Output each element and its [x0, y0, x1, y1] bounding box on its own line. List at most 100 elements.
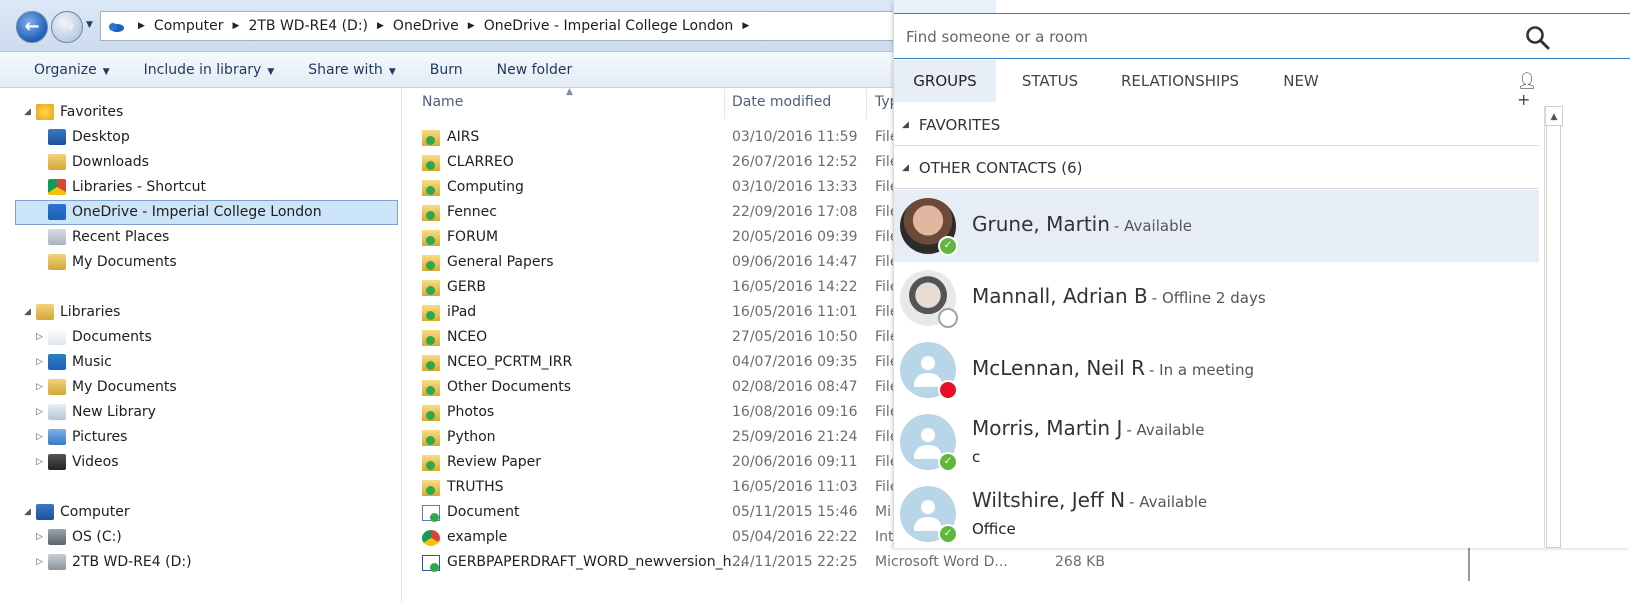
nav-item-2tb-wd-re4-d[interactable]: ▷ 2TB WD-RE4 (D:): [36, 550, 192, 574]
search-icon[interactable]: [1525, 25, 1551, 51]
breadcrumb-item[interactable]: OneDrive - Imperial College London: [484, 18, 734, 34]
breadcrumb: ▶ Computer ▶ 2TB WD-RE4 (D:) ▶ OneDrive ▶ OneDr…: [129, 12, 758, 40]
file-date-modified: 02/08/2016 08:47: [732, 379, 858, 395]
nav-item-label: OneDrive - Imperial College London: [72, 204, 322, 220]
file-name: Photos: [447, 404, 495, 420]
file-name: Review Paper: [447, 454, 542, 470]
scroll-track[interactable]: [1546, 126, 1561, 548]
nav-item-documents[interactable]: ▷ Documents: [36, 325, 152, 349]
file-date-modified: 27/05/2016 10:50: [732, 329, 858, 345]
avatar-head-shape: [921, 500, 935, 514]
tab-groups[interactable]: GROUPS: [894, 60, 996, 102]
tab-new[interactable]: NEW: [1271, 60, 1331, 102]
scroll-up-arrow-icon[interactable]: ▲: [1545, 106, 1563, 126]
file-date-modified: 03/10/2016 11:59: [732, 129, 858, 145]
collapsed-triangle-icon[interactable]: ▷: [36, 332, 48, 342]
toolbar-button[interactable]: Burn: [413, 52, 480, 88]
column-separator[interactable]: [724, 89, 725, 119]
nav-item-label: Videos: [72, 454, 119, 470]
breadcrumb-item[interactable]: OneDrive: [393, 18, 459, 34]
collapse-triangle-icon: ◢: [902, 163, 909, 173]
nav-item-pictures[interactable]: ▷ Pictures: [36, 425, 127, 449]
back-button[interactable]: ←: [16, 11, 48, 43]
breadcrumb-chevron-icon[interactable]: ▶: [742, 21, 749, 31]
toolbar-button[interactable]: New folder: [480, 52, 590, 88]
nav-item-onedrive-imperial-college-london[interactable]: OneDrive - Imperial College London: [36, 200, 322, 224]
expanded-triangle-icon[interactable]: ◢: [24, 307, 36, 317]
breadcrumb-item[interactable]: Computer: [154, 18, 224, 34]
forward-button[interactable]: →: [51, 11, 83, 43]
file-name: example: [447, 529, 508, 545]
synced-folder-icon: [422, 255, 440, 271]
expanded-triangle-icon[interactable]: ◢: [24, 507, 36, 517]
group-label: FAVORITES: [918, 116, 1001, 134]
file-row[interactable]: GERBPAPERDRAFT_WORD_newversion_h... 24/11…: [402, 551, 1630, 576]
avatar-body-shape: [914, 517, 942, 531]
nav-item-recent-places[interactable]: Recent Places: [36, 225, 169, 249]
collapsed-triangle-icon[interactable]: ▷: [36, 532, 48, 542]
nav-item-libraries-shortcut[interactable]: Libraries - Shortcut: [36, 175, 206, 199]
contact-item[interactable]: McLennan, Neil R- In a meeting: [894, 334, 1539, 406]
synced-folder-icon: [422, 330, 440, 346]
scrollbar[interactable]: ▲: [1544, 106, 1563, 548]
contact-item[interactable]: ✓ Wiltshire, Jeff N- Available Office: [894, 478, 1539, 550]
synced-folder-icon: [422, 355, 440, 371]
nav-item-desktop[interactable]: Desktop: [36, 125, 130, 149]
file-name: Document: [447, 504, 520, 520]
column-header-date[interactable]: Date modified: [732, 94, 831, 110]
toolbar-button[interactable]: Share with ▼: [291, 52, 412, 88]
nav-item-downloads[interactable]: Downloads: [36, 150, 149, 174]
collapsed-triangle-icon[interactable]: ▷: [36, 407, 48, 417]
nav-item-label: OS (C:): [72, 529, 122, 545]
toolbar-button[interactable]: Organize ▼: [0, 52, 127, 88]
contact-item[interactable]: ✓ Grune, Martin - Available: [894, 190, 1539, 262]
computer-icon: [36, 504, 54, 520]
item-icon: [48, 454, 66, 470]
top-strip-tab: [894, 0, 996, 13]
tab-status[interactable]: STATUS: [1007, 60, 1093, 102]
nav-section-computer[interactable]: ◢ Computer: [24, 500, 130, 524]
collapsed-triangle-icon[interactable]: ▷: [36, 457, 48, 467]
nav-item-label: My Documents: [72, 254, 177, 270]
nav-item-my-documents[interactable]: My Documents: [36, 250, 177, 274]
file-name: AIRS: [447, 129, 480, 145]
presence-available-icon: ✓: [938, 452, 958, 472]
search-bar: [894, 14, 1630, 59]
collapsed-triangle-icon[interactable]: ▷: [36, 382, 48, 392]
recent-pages-dropdown[interactable]: ▼: [86, 20, 96, 32]
nav-item-new-library[interactable]: ▷ New Library: [36, 400, 156, 424]
column-header-name[interactable]: Name: [422, 94, 463, 110]
nav-item-music[interactable]: ▷ Music: [36, 350, 112, 374]
contact-note: Office: [972, 520, 1016, 538]
breadcrumb-item[interactable]: 2TB WD-RE4 (D:): [248, 18, 368, 34]
contact-name-text: Grune, Martin: [972, 212, 1110, 236]
collapsed-triangle-icon[interactable]: ▷: [36, 357, 48, 367]
contact-item[interactable]: Mannall, Adrian B- Offline 2 days: [894, 262, 1539, 334]
contact-name-text: Morris, Martin J: [972, 416, 1123, 440]
item-icon: [48, 229, 66, 245]
file-date-modified: 24/11/2015 22:25: [732, 554, 858, 570]
breadcrumb-chevron-icon[interactable]: ▶: [233, 21, 240, 31]
collapsed-triangle-icon[interactable]: ▷: [36, 432, 48, 442]
add-contact-icon[interactable]: 👤︎+: [1517, 71, 1541, 109]
nav-item-videos[interactable]: ▷ Videos: [36, 450, 119, 474]
contact-item[interactable]: ✓ Morris, Martin J- Available c: [894, 406, 1539, 478]
nav-section-favorites[interactable]: ◢ Favorites: [24, 100, 123, 124]
nav-item-my-documents[interactable]: ▷ My Documents: [36, 375, 177, 399]
file-date-modified: 16/08/2016 09:16: [732, 404, 858, 420]
column-separator[interactable]: [866, 89, 867, 119]
presence-offline-icon: [938, 308, 958, 328]
search-input[interactable]: [904, 24, 1504, 50]
tab-relationships[interactable]: RELATIONSHIPS: [1109, 60, 1251, 102]
breadcrumb-chevron-icon[interactable]: ▶: [377, 21, 384, 31]
breadcrumb-chevron-icon[interactable]: ▶: [468, 21, 475, 31]
collapsed-triangle-icon[interactable]: ▷: [36, 557, 48, 567]
group-header-favorites[interactable]: ◢ FAVORITES: [902, 116, 1000, 134]
nav-item-os-c[interactable]: ▷ OS (C:): [36, 525, 122, 549]
toolbar-button[interactable]: Include in library ▼: [127, 52, 292, 88]
expanded-triangle-icon[interactable]: ◢: [24, 107, 36, 117]
group-header-other-contacts[interactable]: ◢ OTHER CONTACTS (6): [902, 159, 1083, 177]
toolbar-button-label: Share with: [308, 61, 383, 78]
nav-section-libraries[interactable]: ◢ Libraries: [24, 300, 120, 324]
breadcrumb-chevron-icon[interactable]: ▶: [138, 21, 145, 31]
